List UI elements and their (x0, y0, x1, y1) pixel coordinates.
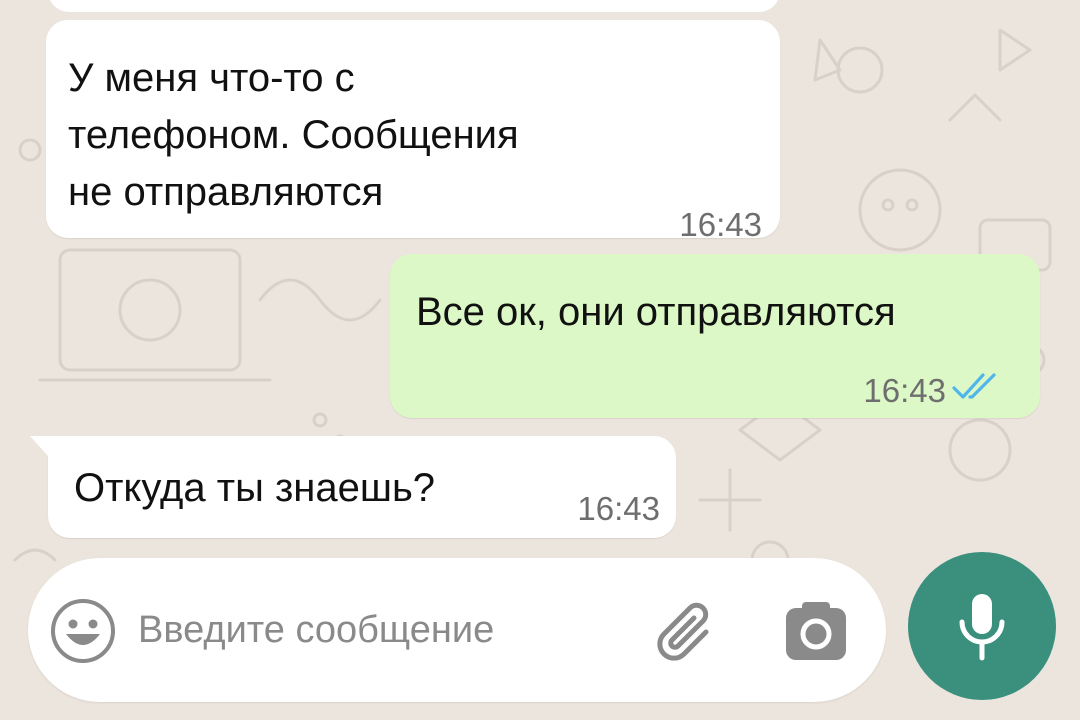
message-timestamp: 16:43 (679, 206, 762, 243)
message-text: Откуда ты знаешь? (74, 466, 436, 510)
incoming-message-bubble[interactable]: У меня что-то с телефоном. Сообщения не … (46, 20, 780, 243)
bubble-tail (30, 436, 48, 456)
voice-record-button[interactable] (908, 552, 1056, 700)
message-text: У меня что-то с телефоном. Сообщения не … (68, 50, 668, 221)
incoming-message-bubble[interactable]: Откуда ты знаешь? 16:43 (30, 436, 676, 538)
message-text-line: телефоном. Сообщения (68, 113, 519, 157)
camera-icon[interactable] (780, 598, 852, 666)
paperclip-icon[interactable] (648, 594, 724, 670)
previous-message-bubble (48, 0, 780, 12)
message-input[interactable] (138, 598, 608, 662)
microphone-icon (959, 594, 1005, 661)
message-timestamp: 16:43 (577, 490, 660, 527)
message-text-line: У меня что-то с (68, 56, 355, 100)
message-text: Все ок, они отправляются (416, 290, 896, 334)
outgoing-message-bubble[interactable]: Все ок, они отправляются 16:43 (390, 254, 1040, 418)
emoji-icon[interactable] (48, 596, 118, 666)
double-check-read-icon (952, 373, 996, 399)
message-text-line: не отправляются (68, 170, 384, 214)
message-timestamp: 16:43 (863, 372, 946, 409)
message-composer (28, 558, 886, 702)
